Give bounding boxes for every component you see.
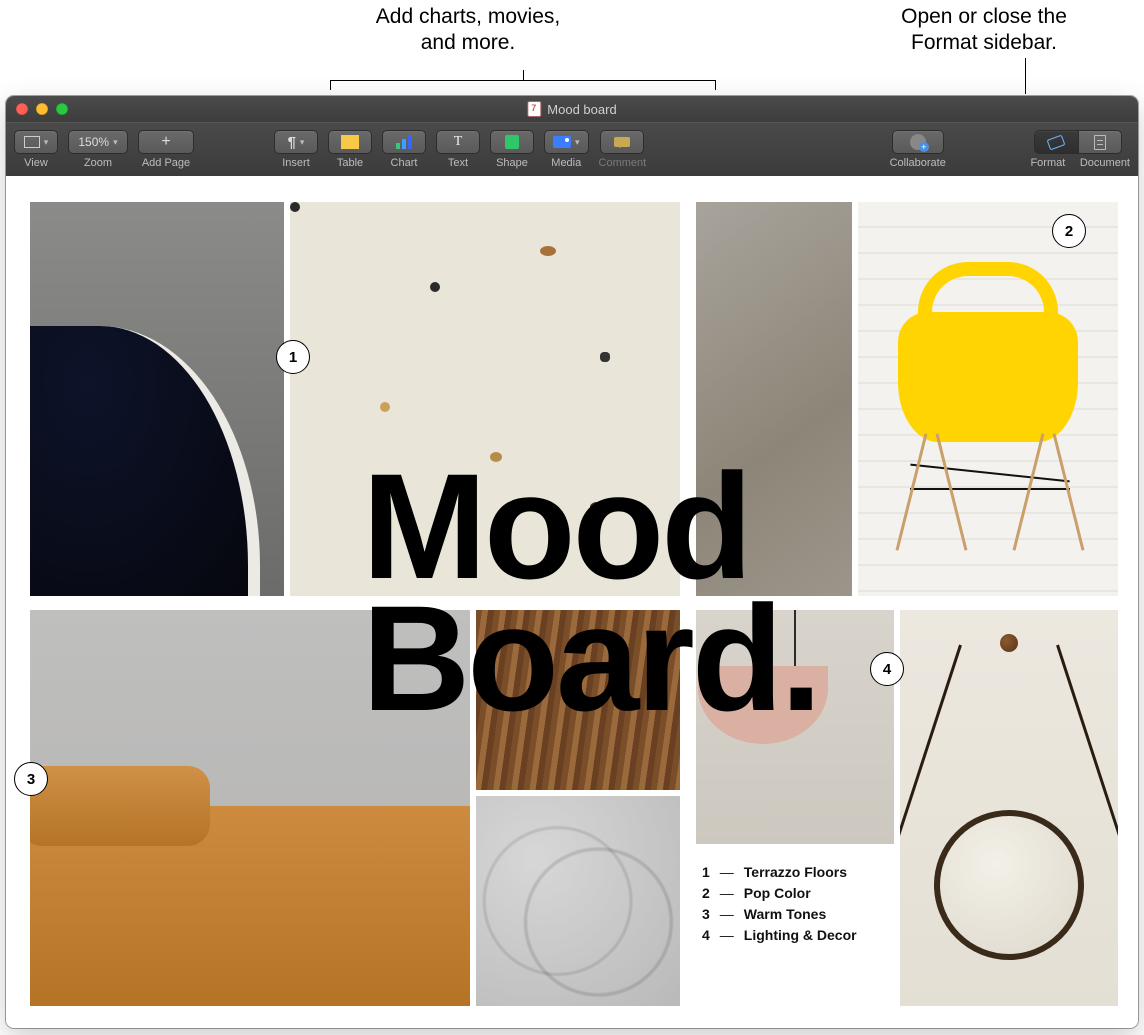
chevron-down-icon: ▾ [113,137,118,148]
chart-icon [396,135,412,149]
callout-insert-objects: Add charts, movies, and more. [288,4,648,57]
text-label: Text [448,157,468,169]
shape-button[interactable] [490,130,534,154]
insert-button[interactable]: ¶▾ [274,130,318,154]
image-round-mirror[interactable] [900,610,1118,1006]
comment-label: Comment [599,157,647,169]
image-grey-fur[interactable] [476,796,680,1006]
chart-group: Chart [382,130,426,169]
comment-group: Comment [599,130,647,169]
media-icon [553,136,571,148]
text-button[interactable]: T [436,130,480,154]
marker-2[interactable]: 2 [1052,214,1086,248]
text-icon: T [454,134,463,150]
document-icon [527,101,541,117]
legend-text-box[interactable]: 1 — Terrazzo Floors 2 — Pop Color 3 — Wa… [696,854,894,954]
shape-label: Shape [496,157,528,169]
callout-format-sidebar: Open or close the Format sidebar. [854,4,1114,57]
app-window: Mood board ▾ View 150%▾ Zoom + Add Page … [6,96,1138,1028]
chevron-down-icon: ▾ [300,137,305,148]
format-label: Format [1026,157,1070,169]
table-icon [341,135,359,149]
legend-row: 4 — Lighting & Decor [702,925,888,946]
marker-1[interactable]: 1 [276,340,310,374]
legend-row: 2 — Pop Color [702,883,888,904]
window-title-text: Mood board [547,102,616,117]
titlebar: Mood board [6,96,1138,122]
fullscreen-window-button[interactable] [56,103,68,115]
marker-3[interactable]: 3 [14,762,48,796]
headline-line2: Board. [362,574,819,742]
media-group: ▾ Media [544,130,589,169]
close-window-button[interactable] [16,103,28,115]
document-button[interactable] [1078,130,1122,154]
title-text-box[interactable]: Mood Board. [362,460,819,724]
shape-group: Shape [490,130,534,169]
table-group: Table [328,130,372,169]
chevron-down-icon: ▾ [575,137,580,148]
insert-group: ¶▾ Insert [274,130,318,169]
add-page-button[interactable]: + [138,130,194,154]
add-page-label: Add Page [142,157,190,169]
format-brush-icon [1048,134,1064,150]
comment-button[interactable] [600,130,644,154]
zoom-group: 150% ▾ Zoom [68,130,128,169]
toolbar: ▾ View 150%▾ Zoom + Add Page ¶▾ Insert [6,122,1138,176]
window-controls [16,103,68,115]
legend-row: 3 — Warm Tones [702,904,888,925]
comment-icon [614,137,630,147]
legend-row: 1 — Terrazzo Floors [702,862,888,883]
document-canvas[interactable]: Mood Board. 1 2 3 4 1 — Terrazzo Floors … [6,176,1138,1028]
window-title: Mood board [527,101,616,117]
collaborate-group: Collaborate [890,130,946,169]
view-group: ▾ View [14,130,58,169]
chart-label: Chart [391,157,418,169]
table-label: Table [337,157,363,169]
zoom-button[interactable]: 150% ▾ [68,130,128,154]
zoom-value: 150% [78,135,109,149]
paragraph-icon: ¶ [288,134,296,151]
text-group: T Text [436,130,480,169]
media-button[interactable]: ▾ [544,130,589,154]
plus-icon: + [161,134,170,150]
help-callouts: Add charts, movies, and more. Open or cl… [0,0,1144,96]
callout-bracket-icon [330,70,716,92]
media-label: Media [551,157,581,169]
format-button[interactable] [1034,130,1078,154]
add-page-group: + Add Page [138,130,194,169]
image-dark-chair[interactable] [30,202,284,596]
shape-icon [505,135,519,149]
chart-button[interactable] [382,130,426,154]
table-button[interactable] [328,130,372,154]
collaborate-button[interactable] [892,130,944,154]
collaborate-icon [910,134,926,150]
insert-label: Insert [282,157,310,169]
document-settings-icon [1094,135,1106,150]
minimize-window-button[interactable] [36,103,48,115]
document-label: Document [1080,157,1130,169]
callout-pointer-icon [1025,58,1026,94]
zoom-label: Zoom [84,157,112,169]
format-group: Format Document [1026,130,1130,169]
image-yellow-chair[interactable] [858,202,1118,596]
view-button[interactable]: ▾ [14,130,58,154]
marker-4[interactable]: 4 [870,652,904,686]
view-label: View [24,157,48,169]
chevron-down-icon: ▾ [44,137,49,148]
view-icon [24,136,40,148]
collaborate-label: Collaborate [890,157,946,169]
